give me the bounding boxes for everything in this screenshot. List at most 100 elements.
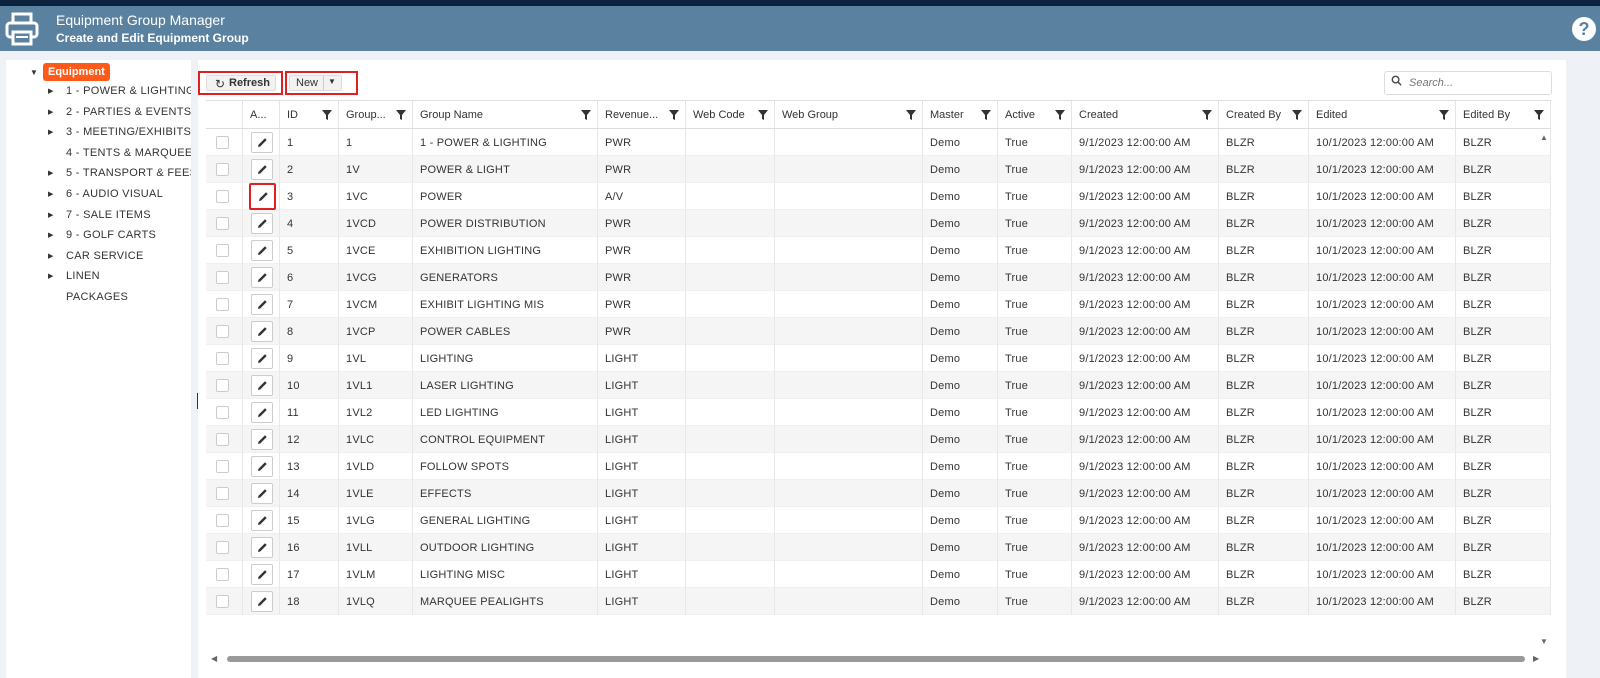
filter-icon[interactable] (1202, 110, 1212, 120)
column-header[interactable]: A... (243, 101, 280, 128)
column-header[interactable]: Created (1072, 101, 1219, 128)
table-row[interactable]: 8 1VCP POWER CABLES PWR Demo True 9/1/2023 12:… (206, 318, 1551, 345)
table-row[interactable]: 9 1VL LIGHTING LIGHT Demo True 9/1/2023 12:00:… (206, 345, 1551, 372)
expand-right-icon[interactable]: ▶ (48, 87, 53, 95)
table-row[interactable]: 1 1 1 - POWER & LIGHTING PWR Demo True 9/1/202… (206, 129, 1551, 156)
row-checkbox[interactable] (216, 379, 229, 392)
column-header[interactable]: Group Name (413, 101, 598, 128)
edit-row-button[interactable] (251, 456, 273, 477)
edit-row-button[interactable] (251, 213, 273, 234)
scroll-right-icon[interactable]: ▶ (1533, 654, 1539, 663)
filter-icon[interactable] (1439, 110, 1449, 120)
row-checkbox[interactable] (216, 244, 229, 257)
column-header[interactable]: Active (998, 101, 1072, 128)
scrollbar-thumb[interactable] (227, 656, 1525, 662)
table-row[interactable]: 13 1VLD FOLLOW SPOTS LIGHT Demo True 9/1/2023 … (206, 453, 1551, 480)
table-row[interactable]: 10 1VL1 LASER LIGHTING LIGHT Demo True 9/1/202… (206, 372, 1551, 399)
scroll-up-icon[interactable]: ▲ (1540, 133, 1548, 142)
refresh-button[interactable]: ↻ Refresh (198, 71, 283, 95)
horizontal-scrollbar[interactable]: ◀ ▶ (206, 654, 1551, 664)
row-checkbox[interactable] (216, 460, 229, 473)
table-row[interactable]: 16 1VLL OUTDOOR LIGHTING LIGHT Demo True 9/1/2… (206, 534, 1551, 561)
row-checkbox[interactable] (216, 136, 229, 149)
table-row[interactable]: 2 1V POWER & LIGHT PWR Demo True 9/1/2023 12:0… (206, 156, 1551, 183)
row-checkbox[interactable] (216, 406, 229, 419)
expand-right-icon[interactable]: ▶ (48, 231, 53, 239)
row-checkbox[interactable] (216, 595, 229, 608)
column-header[interactable]: Created By (1219, 101, 1309, 128)
search-box[interactable] (1384, 71, 1552, 95)
scroll-left-icon[interactable]: ◀ (211, 654, 217, 663)
scroll-down-icon[interactable]: ▼ (1540, 637, 1548, 646)
edit-row-button[interactable] (251, 591, 273, 612)
edit-row-button[interactable] (251, 132, 273, 153)
row-checkbox[interactable] (216, 298, 229, 311)
edit-row-button[interactable] (249, 183, 276, 210)
column-header[interactable]: Web Group (775, 101, 923, 128)
column-header[interactable]: Edited By (1456, 101, 1551, 128)
row-checkbox[interactable] (216, 190, 229, 203)
table-row[interactable]: 5 1VCE EXHIBITION LIGHTING PWR Demo True 9/1/2… (206, 237, 1551, 264)
filter-icon[interactable] (581, 110, 591, 120)
row-checkbox[interactable] (216, 217, 229, 230)
row-checkbox[interactable] (216, 568, 229, 581)
edit-row-button[interactable] (251, 537, 273, 558)
row-checkbox[interactable] (216, 487, 229, 500)
table-row[interactable]: 18 1VLQ MARQUEE PEALIGHTS LIGHT Demo True 9/1/… (206, 588, 1551, 615)
search-input[interactable] (1409, 75, 1547, 91)
edit-row-button[interactable] (251, 159, 273, 180)
edit-row-button[interactable] (251, 564, 273, 585)
edit-row-button[interactable] (251, 240, 273, 261)
caret-down-icon[interactable]: ▼ (328, 77, 336, 86)
row-checkbox[interactable] (216, 163, 229, 176)
expand-down-icon[interactable]: ▼ (30, 68, 38, 77)
new-button[interactable]: New ▼ (285, 71, 358, 95)
edit-row-button[interactable] (251, 429, 273, 450)
table-row[interactable]: 15 1VLG GENERAL LIGHTING LIGHT Demo True 9/1/2… (206, 507, 1551, 534)
table-row[interactable]: 7 1VCM EXHIBIT LIGHTING MIS PWR Demo True 9/1/… (206, 291, 1551, 318)
tree-root-label[interactable]: Equipment (43, 63, 110, 81)
filter-icon[interactable] (906, 110, 916, 120)
help-icon[interactable]: ? (1572, 17, 1596, 41)
edit-row-button[interactable] (251, 321, 273, 342)
expand-right-icon[interactable]: ▶ (48, 190, 53, 198)
edit-row-button[interactable] (251, 294, 273, 315)
expand-right-icon[interactable]: ▶ (48, 211, 53, 219)
table-row[interactable]: 6 1VCG GENERATORS PWR Demo True 9/1/2023 12:00… (206, 264, 1551, 291)
edit-row-button[interactable] (251, 402, 273, 423)
table-row[interactable]: 17 1VLM LIGHTING MISC LIGHT Demo True 9/1/2023… (206, 561, 1551, 588)
edit-row-button[interactable] (251, 483, 273, 504)
row-checkbox[interactable] (216, 433, 229, 446)
row-checkbox[interactable] (216, 541, 229, 554)
edit-row-button[interactable] (251, 375, 273, 396)
filter-icon[interactable] (1292, 110, 1302, 120)
edit-row-button[interactable] (251, 348, 273, 369)
column-header[interactable]: Group... (339, 101, 413, 128)
table-row[interactable]: 3 1VC POWER A/V Demo True 9/1/2023 12:00:00 AM… (206, 183, 1551, 210)
expand-right-icon[interactable]: ▶ (48, 108, 53, 116)
table-row[interactable]: 11 1VL2 LED LIGHTING LIGHT Demo True 9/1/2023 … (206, 399, 1551, 426)
filter-icon[interactable] (322, 110, 332, 120)
filter-icon[interactable] (396, 110, 406, 120)
table-row[interactable]: 4 1VCD POWER DISTRIBUTION PWR Demo True 9/1/20… (206, 210, 1551, 237)
column-header[interactable]: Master (923, 101, 998, 128)
column-header[interactable] (206, 101, 243, 128)
expand-right-icon[interactable]: ▶ (48, 128, 53, 136)
expand-right-icon[interactable]: ▶ (48, 252, 53, 260)
filter-icon[interactable] (1055, 110, 1065, 120)
column-header[interactable]: ID (280, 101, 339, 128)
row-checkbox[interactable] (216, 271, 229, 284)
column-header[interactable]: Web Code (686, 101, 775, 128)
table-row[interactable]: 14 1VLE EFFECTS LIGHT Demo True 9/1/2023 12:00… (206, 480, 1551, 507)
row-checkbox[interactable] (216, 352, 229, 365)
column-header[interactable]: Edited (1309, 101, 1456, 128)
filter-icon[interactable] (1534, 110, 1544, 120)
filter-icon[interactable] (981, 110, 991, 120)
filter-icon[interactable] (758, 110, 768, 120)
edit-row-button[interactable] (251, 267, 273, 288)
expand-right-icon[interactable]: ▶ (48, 272, 53, 280)
table-row[interactable]: 12 1VLC CONTROL EQUIPMENT LIGHT Demo True 9/1/… (206, 426, 1551, 453)
row-checkbox[interactable] (216, 325, 229, 338)
edit-row-button[interactable] (251, 510, 273, 531)
expand-right-icon[interactable]: ▶ (48, 169, 53, 177)
